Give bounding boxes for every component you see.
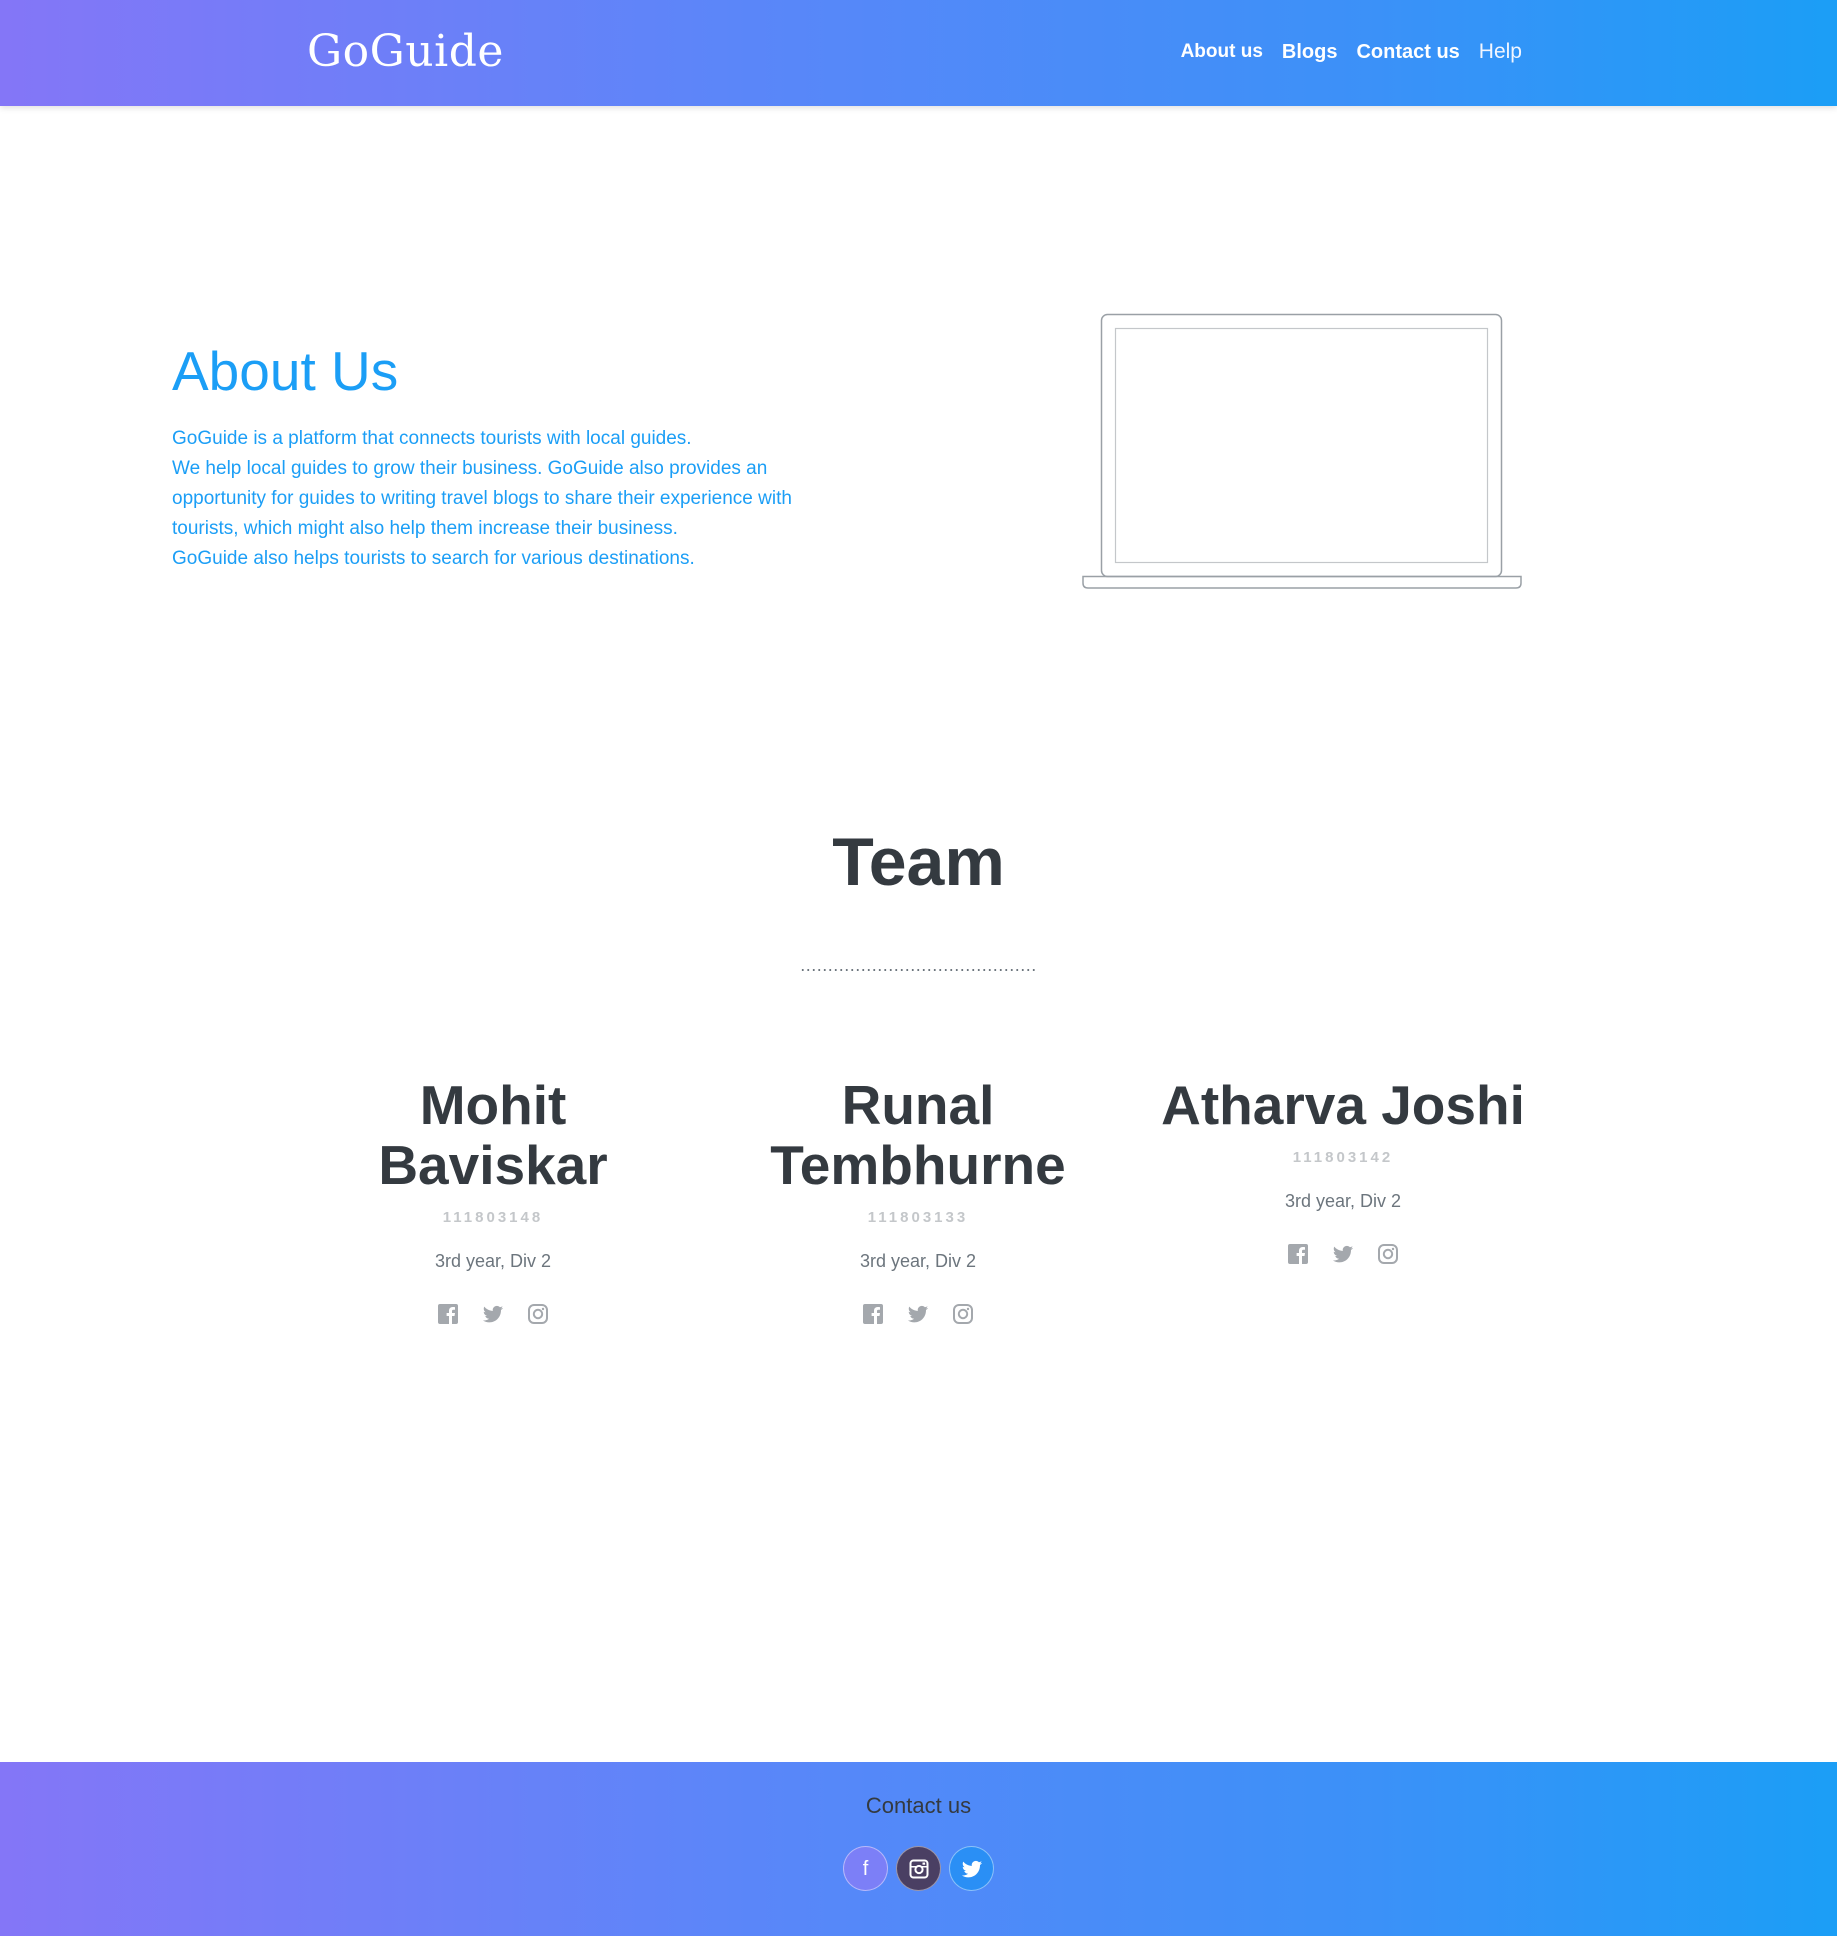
member-socials: [708, 1303, 1128, 1325]
member-name: Atharva Joshi: [1161, 1074, 1525, 1136]
instagram-icon[interactable]: [896, 1846, 941, 1891]
member-id: 111803148: [442, 1209, 544, 1226]
about-description: GoGuide is a platform that connects tour…: [172, 424, 852, 574]
member-id: 111803142: [1292, 1149, 1394, 1166]
about-paragraph: GoGuide is a platform that connects tour…: [172, 428, 692, 449]
member-year: 3rd year, Div 2: [434, 1251, 552, 1271]
about-paragraph: We help local guides to grow their busin…: [172, 458, 792, 539]
instagram-icon[interactable]: [527, 1303, 549, 1325]
member-socials: [283, 1303, 703, 1325]
member-year: 3rd year, Div 2: [859, 1251, 977, 1271]
nav-link-contact[interactable]: Contact us: [1356, 40, 1459, 64]
nav-link-about[interactable]: About us: [1181, 40, 1263, 64]
navbar: GoGuide About us Blogs Contact us Help: [0, 0, 1837, 106]
team-member-card: Runal Tembhurne 111803133 3rd year, Div …: [708, 1075, 1128, 1325]
facebook-icon[interactable]: [437, 1303, 459, 1325]
facebook-glyph: f: [862, 1857, 869, 1880]
team-divider: ........................................…: [800, 955, 1037, 975]
facebook-icon[interactable]: f: [843, 1846, 888, 1891]
member-socials: [1133, 1243, 1553, 1265]
facebook-icon[interactable]: [862, 1303, 884, 1325]
brand-logo[interactable]: GoGuide: [307, 27, 504, 76]
facebook-icon[interactable]: [1287, 1243, 1309, 1265]
instagram-icon[interactable]: [1377, 1243, 1399, 1265]
member-name: Runal Tembhurne: [770, 1074, 1066, 1196]
nav-links: About us Blogs Contact us Help: [1181, 40, 1522, 64]
instagram-icon[interactable]: [952, 1303, 974, 1325]
team-member-card: Mohit Baviskar 111803148 3rd year, Div 2: [283, 1075, 703, 1325]
member-year: 3rd year, Div 2: [1284, 1191, 1402, 1211]
member-id: 111803133: [867, 1209, 969, 1226]
member-name: Mohit Baviskar: [378, 1074, 608, 1196]
footer-contact-title: Contact us: [865, 1793, 972, 1818]
twitter-icon[interactable]: [1332, 1243, 1354, 1265]
about-paragraph: GoGuide also helps tourists to search fo…: [172, 548, 695, 569]
twitter-icon[interactable]: [949, 1846, 994, 1891]
twitter-icon[interactable]: [907, 1303, 929, 1325]
nav-link-help[interactable]: Help: [1479, 40, 1522, 64]
laptop-illustration: [1082, 313, 1522, 589]
footer-socials: f: [0, 1846, 1837, 1891]
team-title: Team: [832, 824, 1005, 900]
nav-link-blogs[interactable]: Blogs: [1282, 40, 1338, 64]
footer: Contact us f: [0, 1762, 1837, 1936]
team-member-card: Atharva Joshi 111803142 3rd year, Div 2: [1133, 1075, 1553, 1265]
twitter-icon[interactable]: [482, 1303, 504, 1325]
about-title: About Us: [172, 340, 399, 402]
